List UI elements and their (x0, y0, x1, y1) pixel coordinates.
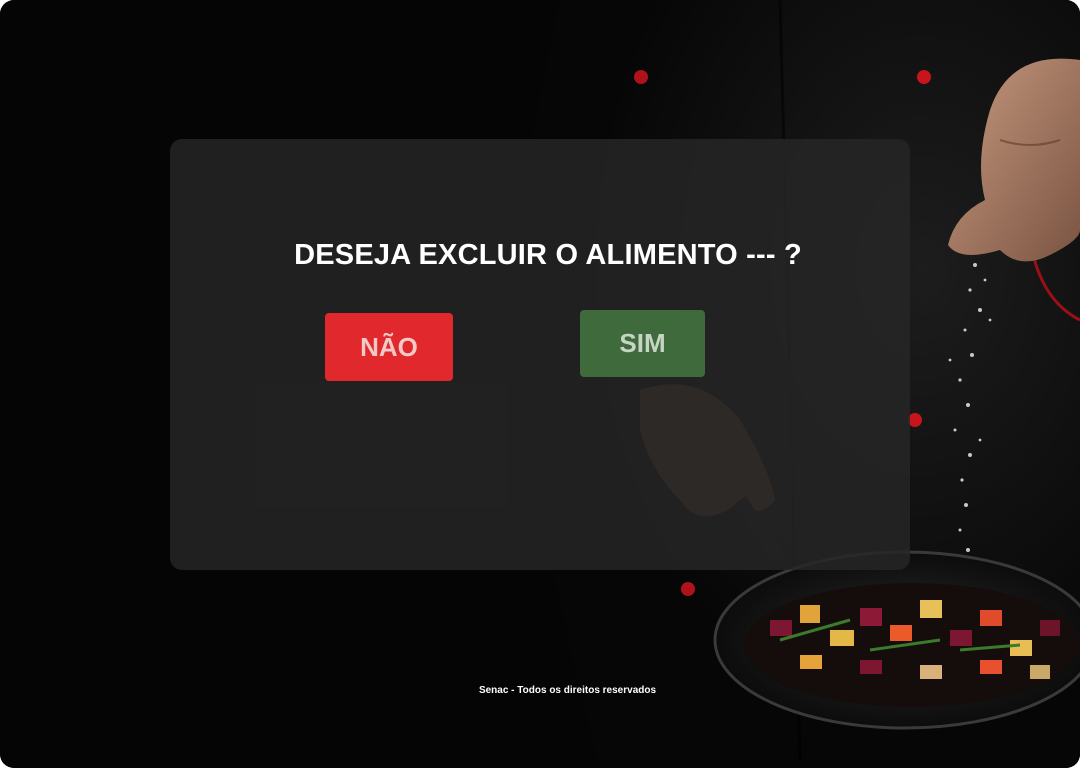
confirm-delete-button[interactable]: SIM (580, 310, 705, 377)
delete-confirm-modal (170, 139, 910, 570)
app-window: DESEJA EXCLUIR O ALIMENTO --- ? NÃO SIM … (0, 0, 1080, 768)
cancel-button[interactable]: NÃO (325, 313, 453, 381)
delete-confirm-title: DESEJA EXCLUIR O ALIMENTO --- ? (294, 239, 802, 271)
footer-copyright: Senac - Todos os direitos reservados (478, 685, 657, 696)
